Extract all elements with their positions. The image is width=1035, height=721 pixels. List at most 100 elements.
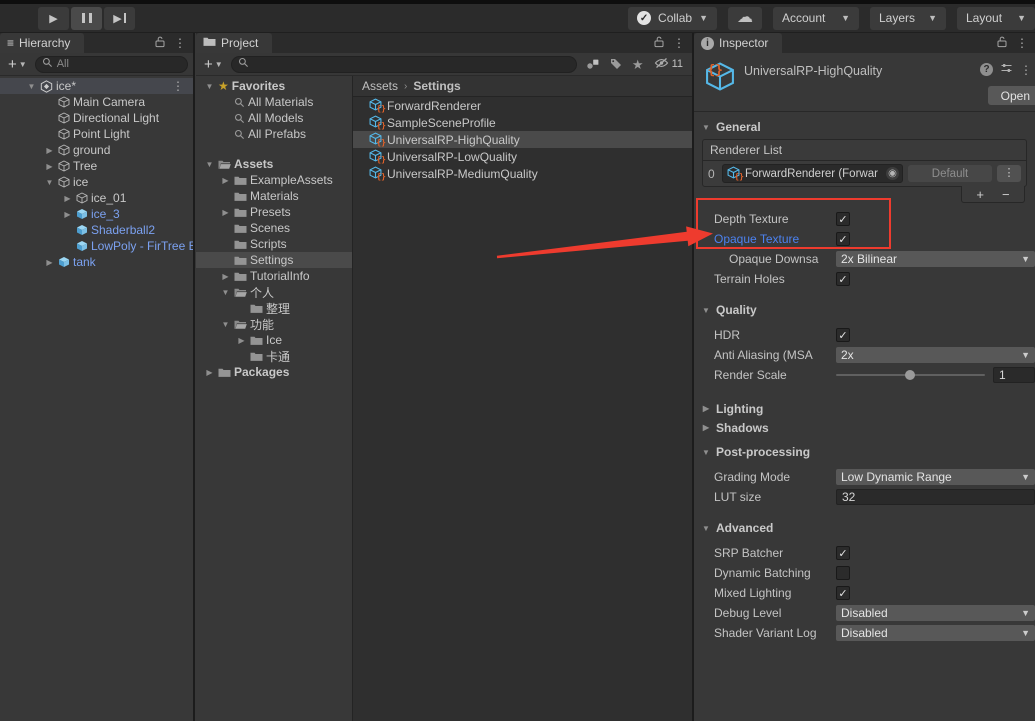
tab-inspector[interactable]: i Inspector (694, 33, 782, 53)
project-folder-all-prefabs[interactable]: All Prefabs (196, 126, 352, 142)
layers-dropdown[interactable]: Layers▼ (870, 7, 946, 30)
project-folder-settings[interactable]: Settings (196, 252, 352, 268)
search-by-label-icon[interactable] (610, 58, 622, 70)
postprocessing-foldout[interactable]: ▼ Post-processing (694, 443, 1035, 461)
hierarchy-item-ice[interactable]: ▼ice*⋮ (0, 78, 193, 94)
renderer-options-button[interactable]: ⋮ (997, 165, 1021, 182)
hierarchy-item-ground[interactable]: ▶ground (0, 142, 193, 158)
advanced-foldout[interactable]: ▼ Advanced (694, 519, 1035, 537)
asset-universalrp-highquality[interactable]: {}UniversalRP-HighQuality (353, 131, 692, 148)
hierarchy-item-directional-light[interactable]: Directional Light (0, 110, 193, 126)
tab-hierarchy[interactable]: ≡ Hierarchy (0, 33, 84, 53)
create-button[interactable]: +▼ (201, 57, 226, 72)
project-folder-assets[interactable]: ▼Assets (196, 156, 352, 172)
section-lighting[interactable]: ▶ Lighting (694, 399, 1035, 418)
render-scale-field[interactable]: 1 (993, 367, 1035, 383)
project-folder-packages[interactable]: ▶Packages (196, 364, 352, 380)
project-folder-整理[interactable]: 整理 (196, 300, 352, 316)
search-by-type-icon[interactable] (586, 58, 600, 70)
create-button[interactable]: +▼ (5, 57, 30, 72)
project-folder-卡通[interactable]: 卡通 (196, 348, 352, 364)
hierarchy-item-tree[interactable]: ▶Tree (0, 158, 193, 174)
kebab-menu-icon[interactable]: ⋮ (174, 37, 186, 49)
hierarchy-item-ice-3[interactable]: ▶ice_3 (0, 206, 193, 222)
kebab-menu-icon[interactable]: ⋮ (673, 37, 685, 49)
grading-mode-dropdown[interactable]: Low Dynamic Range▼ (836, 469, 1035, 485)
cloud-button[interactable]: ☁ (728, 7, 762, 30)
collab-button[interactable]: ✓ Collab ▼ (628, 7, 717, 30)
project-folder-exampleassets[interactable]: ▶ExampleAssets (196, 172, 352, 188)
renderer-list-row[interactable]: 0 {} ForwardRenderer (Forwar ◉ Default ⋮ (703, 161, 1026, 186)
lock-open-icon[interactable] (155, 36, 165, 51)
terrain-holes-checkbox[interactable]: ✓ (836, 272, 850, 286)
shader-variant-log-dropdown[interactable]: Disabled▼ (836, 625, 1035, 641)
general-foldout[interactable]: ▼ General (694, 118, 1035, 136)
hierarchy-search-input[interactable]: All (35, 56, 188, 73)
render-scale-slider[interactable] (836, 374, 985, 376)
breadcrumb-current[interactable]: Settings (413, 79, 460, 93)
slider-handle[interactable] (905, 370, 915, 380)
hidden-count-toggle[interactable]: 11 (654, 57, 683, 72)
remove-renderer-button[interactable]: − (998, 188, 1014, 201)
help-icon[interactable]: ? (980, 63, 993, 76)
asset-universalrp-mediumquality[interactable]: {}UniversalRP-MediumQuality (353, 165, 692, 182)
debug-level-dropdown[interactable]: Disabled▼ (836, 605, 1035, 621)
play-button[interactable]: ▶ (38, 7, 69, 30)
project-search-input[interactable] (231, 56, 577, 73)
project-folder-tutorialinfo[interactable]: ▶TutorialInfo (196, 268, 352, 284)
step-button[interactable]: ▶ (104, 7, 135, 30)
hierarchy-item-ice-01[interactable]: ▶ice_01 (0, 190, 193, 206)
renderer-object-field[interactable]: {} ForwardRenderer (Forwar ◉ (722, 164, 903, 183)
kebab-menu-icon[interactable]: ⋮ (1020, 64, 1032, 76)
mixed-lighting-checkbox[interactable]: ✓ (836, 586, 850, 600)
open-button[interactable]: Open (988, 86, 1035, 105)
project-folder-ice[interactable]: ▶Ice (196, 332, 352, 348)
opaque-texture-checkbox[interactable]: ✓ (836, 232, 850, 246)
folder-icon (234, 271, 247, 282)
srp-batcher-checkbox[interactable]: ✓ (836, 546, 850, 560)
project-folder-功能[interactable]: ▼功能 (196, 316, 352, 332)
section-shadows[interactable]: ▶ Shadows (694, 418, 1035, 437)
hierarchy-item-lowpoly-firtree-e[interactable]: LowPoly - FirTree E (0, 238, 193, 254)
anti-aliasing-msa-dropdown[interactable]: 2x▼ (836, 347, 1035, 363)
object-picker-icon[interactable]: ◉ (886, 167, 899, 180)
kebab-menu-icon[interactable]: ⋮ (1016, 37, 1028, 49)
quality-foldout[interactable]: ▼ Quality (694, 301, 1035, 319)
info-icon: i (701, 37, 714, 50)
lut-size-field[interactable]: 32 (836, 489, 1035, 505)
project-folder-scenes[interactable]: Scenes (196, 220, 352, 236)
dynamic-batching-checkbox[interactable] (836, 566, 850, 580)
asset-universalrp-lowquality[interactable]: {}UniversalRP-LowQuality (353, 148, 692, 165)
hdr-checkbox[interactable]: ✓ (836, 328, 850, 342)
asset-samplesceneprofile[interactable]: {}SampleSceneProfile (353, 114, 692, 131)
project-folder-scripts[interactable]: Scripts (196, 236, 352, 252)
opaque-downsa-dropdown[interactable]: 2x Bilinear▼ (836, 251, 1035, 267)
project-folder-materials[interactable]: Materials (196, 188, 352, 204)
hierarchy-item-ice[interactable]: ▼ice (0, 174, 193, 190)
breadcrumb-root[interactable]: Assets (362, 79, 398, 93)
layout-dropdown[interactable]: Layout▼ (957, 7, 1035, 30)
presets-icon[interactable] (1000, 62, 1013, 77)
hierarchy-item-shaderball2[interactable]: Shaderball2 (0, 222, 193, 238)
add-renderer-button[interactable]: + (972, 188, 988, 201)
pause-button[interactable] (71, 7, 102, 30)
depth-texture-checkbox[interactable]: ✓ (836, 212, 850, 226)
default-button[interactable]: Default (908, 165, 992, 182)
lock-open-icon[interactable] (997, 36, 1007, 51)
hierarchy-item-point-light[interactable]: Point Light (0, 126, 193, 142)
lock-open-icon[interactable] (654, 36, 664, 51)
project-folder-all-materials[interactable]: All Materials (196, 94, 352, 110)
asset-forwardrenderer[interactable]: {}ForwardRenderer (353, 97, 692, 114)
favorites-star-icon[interactable]: ★ (632, 58, 644, 71)
scriptable-object-icon: {} (704, 61, 718, 74)
tab-project[interactable]: Project (196, 33, 272, 53)
project-folder-all-models[interactable]: All Models (196, 110, 352, 126)
account-dropdown[interactable]: Account▼ (773, 7, 859, 30)
project-folder-favorites[interactable]: ▼★Favorites (196, 78, 352, 94)
project-file-list: Assets › Settings {}ForwardRenderer{}Sam… (353, 76, 692, 721)
hierarchy-item-tank[interactable]: ▶tank (0, 254, 193, 270)
scene-options-icon[interactable]: ⋮ (172, 79, 193, 93)
hierarchy-item-main-camera[interactable]: Main Camera (0, 94, 193, 110)
project-folder-个人[interactable]: ▼个人 (196, 284, 352, 300)
project-folder-presets[interactable]: ▶Presets (196, 204, 352, 220)
